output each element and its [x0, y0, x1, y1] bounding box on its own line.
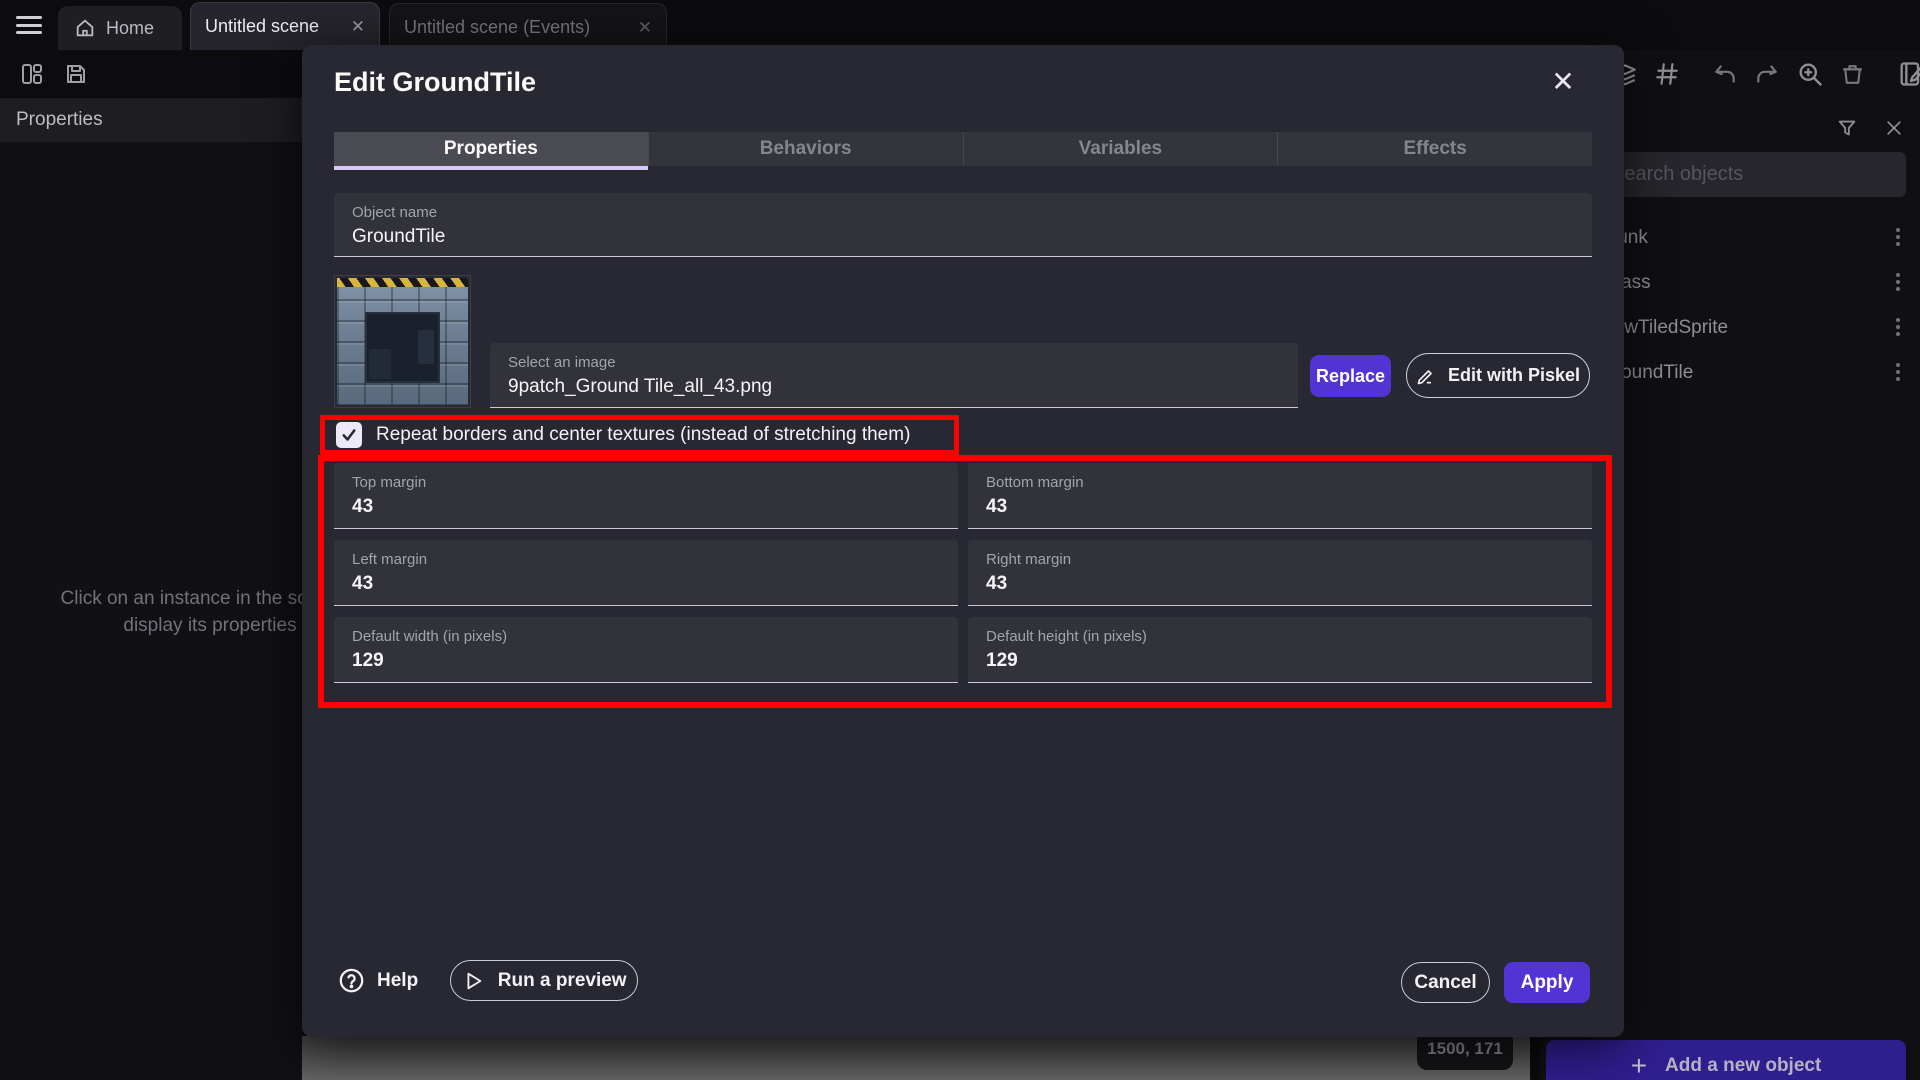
kebab-menu-icon[interactable]: [1896, 273, 1900, 277]
replace-button[interactable]: Replace: [1310, 355, 1391, 397]
top-margin-field[interactable]: Top margin 43: [334, 463, 958, 529]
tab-scene-label: Untitled scene: [205, 16, 319, 37]
apply-button[interactable]: Apply: [1504, 962, 1590, 1003]
checkmark-icon: [340, 426, 358, 444]
top-bar: Home Untitled scene ✕ Untitled scene (Ev…: [0, 0, 1920, 50]
repeat-borders-checkbox-row: Repeat borders and center textures (inst…: [336, 420, 910, 450]
tab-events-label: Untitled scene (Events): [404, 17, 590, 38]
search-objects-field: [1595, 152, 1906, 197]
trash-icon[interactable]: [1840, 62, 1865, 87]
play-icon: [462, 970, 484, 992]
margin-fields-grid: Top margin 43 Bottom margin 43 Left marg…: [334, 463, 1592, 683]
active-tab-underline: [334, 166, 648, 170]
default-width-field[interactable]: Default width (in pixels) 129: [334, 617, 958, 683]
left-margin-field[interactable]: Left margin 43: [334, 540, 958, 606]
help-button[interactable]: Help: [338, 967, 418, 994]
redo-icon[interactable]: [1754, 61, 1780, 87]
project-manager-icon[interactable]: [20, 62, 44, 86]
tab-home-label: Home: [106, 18, 154, 39]
plus-icon: +: [1631, 1052, 1647, 1080]
kebab-menu-icon[interactable]: [1896, 363, 1900, 367]
grid-icon[interactable]: [1654, 61, 1680, 87]
hazard-stripe: [337, 278, 468, 287]
object-name-field[interactable]: Object name GroundTile: [334, 193, 1592, 257]
close-icon[interactable]: ✕: [351, 18, 365, 35]
dialog-tab-bar: Properties Behaviors Variables Effects: [334, 132, 1592, 166]
gdevelop-editor: Home Untitled scene ✕ Untitled scene (Ev…: [0, 0, 1920, 1080]
close-panel-icon[interactable]: [1884, 118, 1904, 138]
repeat-borders-checkbox[interactable]: [336, 422, 362, 448]
repeat-borders-label: Repeat borders and center textures (inst…: [376, 424, 910, 446]
zoom-in-icon[interactable]: [1796, 60, 1824, 88]
left-toolbar: [0, 50, 302, 98]
tab-effects[interactable]: Effects: [1278, 132, 1592, 166]
tab-variables[interactable]: Variables: [964, 132, 1279, 166]
run-preview-button[interactable]: Run a preview: [450, 960, 638, 1001]
menu-icon[interactable]: [16, 16, 42, 34]
dialog-title: Edit GroundTile: [334, 67, 536, 98]
tab-untitled-scene[interactable]: Untitled scene ✕: [190, 2, 380, 50]
select-image-field[interactable]: Select an image 9patch_Ground Tile_all_4…: [490, 343, 1298, 408]
kebab-menu-icon[interactable]: [1896, 228, 1900, 232]
tab-untitled-scene-events[interactable]: Untitled scene (Events) ✕: [389, 3, 667, 50]
edit-scene-icon[interactable]: [1897, 60, 1920, 88]
filter-icon[interactable]: [1836, 117, 1858, 139]
right-margin-field[interactable]: Right margin 43: [968, 540, 1592, 606]
edit-object-dialog: Edit GroundTile ✕ Properties Behaviors V…: [302, 45, 1624, 1037]
pencil-icon: [1416, 366, 1436, 386]
default-height-field[interactable]: Default height (in pixels) 129: [968, 617, 1592, 683]
search-objects-input[interactable]: [1595, 163, 1906, 186]
bottom-margin-field[interactable]: Bottom margin 43: [968, 463, 1592, 529]
object-image-thumbnail[interactable]: [334, 275, 471, 408]
tab-behaviors[interactable]: Behaviors: [649, 132, 964, 166]
cancel-button[interactable]: Cancel: [1401, 962, 1490, 1003]
home-icon: [74, 17, 96, 39]
save-icon[interactable]: [64, 62, 88, 86]
close-icon[interactable]: ✕: [1548, 67, 1578, 97]
properties-panel-body: Click on an instance in the scene to dis…: [0, 142, 302, 1080]
kebab-menu-icon[interactable]: [1896, 318, 1900, 322]
edit-with-piskel-button[interactable]: Edit with Piskel: [1406, 353, 1590, 398]
scene-canvas[interactable]: [302, 1036, 1530, 1080]
tab-home[interactable]: Home: [58, 6, 182, 50]
properties-panel-header: Properties: [0, 98, 302, 142]
properties-panel-title: Properties: [16, 109, 103, 131]
add-new-object-button[interactable]: + Add a new object: [1546, 1040, 1906, 1080]
help-icon: [338, 967, 365, 994]
undo-icon[interactable]: [1712, 61, 1738, 87]
tab-properties[interactable]: Properties: [334, 132, 649, 166]
close-icon[interactable]: ✕: [638, 19, 652, 36]
